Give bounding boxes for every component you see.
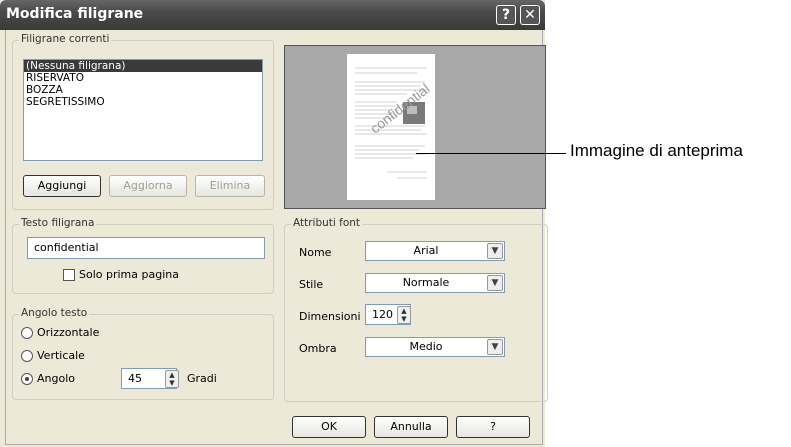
horizontal-label: Orizzontale	[37, 326, 100, 339]
window-title: Modifica filigrane	[6, 6, 144, 22]
angle-stepper[interactable]: ▲ ▼	[165, 370, 179, 388]
font-size-label: Dimensioni	[299, 310, 361, 323]
font-shadow-label: Ombra	[299, 342, 337, 355]
preview-callout-label: Immagine di anteprima	[570, 141, 743, 160]
current-watermarks-group: Filigrane correnti (Nessuna filigrana) R…	[12, 33, 274, 210]
horizontal-radio[interactable]	[21, 327, 33, 339]
help-button[interactable]: ?	[456, 416, 530, 438]
font-attributes-group: Attributi font Nome Arial ▼ Stile Normal…	[284, 217, 548, 402]
list-item[interactable]: RISERVATO	[24, 72, 262, 84]
watermark-text-legend: Testo filigrana	[19, 217, 97, 229]
ok-button[interactable]: OK	[292, 416, 366, 438]
dropdown-arrow-icon[interactable]: ▼	[487, 243, 503, 259]
vertical-label: Verticale	[37, 349, 85, 362]
font-name-select[interactable]: Arial ▼	[365, 241, 505, 261]
vertical-radio[interactable]	[21, 350, 33, 362]
update-button[interactable]: Aggiorna	[109, 175, 187, 197]
callout-line	[416, 153, 566, 154]
angle-radio[interactable]	[21, 373, 33, 385]
preview-image: confidential	[284, 45, 546, 209]
spin-up-icon[interactable]: ▲	[398, 307, 410, 315]
spin-down-icon[interactable]: ▼	[398, 315, 410, 323]
font-shadow-value: Medio	[409, 340, 443, 353]
font-name-label: Nome	[299, 246, 332, 259]
preview-page: confidential	[347, 54, 435, 200]
watermark-text-group: Testo filigrana confidential Solo prima …	[12, 217, 274, 294]
degrees-label: Gradi	[187, 372, 217, 385]
list-item[interactable]: BOZZA	[24, 84, 262, 96]
preview-page-lines	[355, 67, 427, 179]
dropdown-arrow-icon[interactable]: ▼	[487, 339, 503, 355]
delete-button[interactable]: Elimina	[195, 175, 265, 197]
watermark-list[interactable]: (Nessuna filigrana) RISERVATO BOZZA SEGR…	[23, 59, 263, 161]
list-item[interactable]: SEGRETISSIMO	[24, 96, 262, 108]
first-page-only-label: Solo prima pagina	[79, 268, 179, 281]
font-style-label: Stile	[299, 278, 324, 291]
spin-down-icon[interactable]: ▼	[166, 379, 178, 387]
cancel-button[interactable]: Annulla	[374, 416, 448, 438]
font-shadow-select[interactable]: Medio ▼	[365, 337, 505, 357]
current-watermarks-legend: Filigrane correnti	[19, 33, 112, 45]
title-bar[interactable]: Modifica filigrane ? ✕	[0, 0, 545, 30]
angle-label: Angolo	[37, 372, 75, 385]
font-style-select[interactable]: Normale ▼	[365, 273, 505, 293]
list-item[interactable]: (Nessuna filigrana)	[24, 60, 262, 72]
text-angle-legend: Angolo testo	[19, 307, 90, 319]
first-page-only-checkbox[interactable]	[63, 269, 75, 281]
watermark-text-input[interactable]: confidential	[27, 237, 265, 259]
dialog-window: Modifica filigrane ? ✕ Filigrane corrent…	[0, 0, 548, 447]
spin-up-icon[interactable]: ▲	[166, 371, 178, 379]
add-button[interactable]: Aggiungi	[23, 175, 101, 197]
font-attributes-legend: Attributi font	[291, 217, 363, 229]
font-size-stepper[interactable]: ▲ ▼	[397, 306, 411, 324]
font-style-value: Normale	[402, 276, 450, 289]
font-name-value: Arial	[413, 244, 439, 257]
text-angle-group: Angolo testo Orizzontale Verticale Angol…	[12, 307, 274, 400]
help-icon[interactable]: ?	[496, 5, 516, 25]
close-icon[interactable]: ✕	[520, 5, 540, 25]
dropdown-arrow-icon[interactable]: ▼	[487, 275, 503, 291]
dialog-content: Filigrane correnti (Nessuna filigrana) R…	[5, 30, 548, 445]
